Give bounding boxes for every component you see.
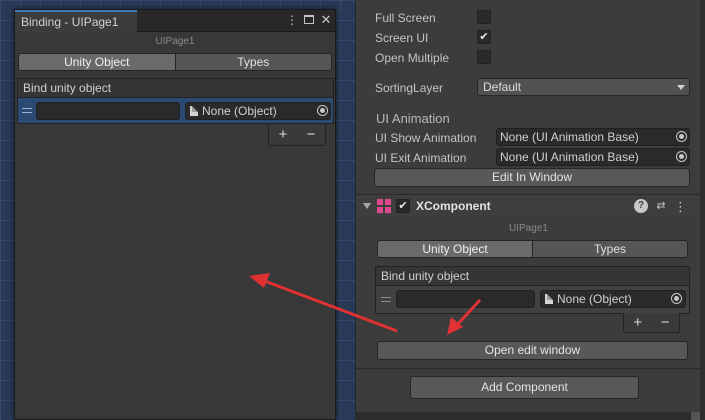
- object-picker-icon[interactable]: [676, 151, 687, 162]
- settings-icon[interactable]: ⇄: [654, 199, 668, 212]
- exit-animation-label: UI Exit Animation: [375, 151, 467, 165]
- component-enabled-checkbox[interactable]: ✔: [396, 199, 410, 213]
- exit-animation-field[interactable]: None (UI Animation Base): [496, 148, 690, 166]
- edit-in-window-button[interactable]: Edit In Window: [374, 168, 690, 187]
- component-list-footer: + −: [623, 313, 680, 333]
- component-tab-bar: Unity Object Types: [377, 240, 688, 258]
- object-picker-icon[interactable]: [671, 293, 682, 304]
- component-icon: [377, 199, 391, 213]
- component-list-header: Bind unity object: [375, 266, 690, 286]
- close-icon[interactable]: ✕: [319, 13, 333, 27]
- component-page-caption: UIPage1: [509, 223, 548, 234]
- sorting-layer-dropdown[interactable]: Default: [477, 78, 690, 96]
- separator: [356, 368, 701, 369]
- exit-animation-value: None (UI Animation Base): [500, 150, 639, 164]
- chevron-down-icon: [677, 85, 685, 90]
- open-multiple-checkbox[interactable]: [477, 50, 491, 64]
- remove-item-button[interactable]: −: [661, 314, 670, 331]
- component-object-field[interactable]: None (Object): [540, 290, 686, 308]
- component-list-item[interactable]: None (Object): [375, 286, 690, 314]
- ui-animation-title: UI Animation: [376, 111, 450, 126]
- page-caption: UIPage1: [155, 36, 195, 47]
- screen-ui-label: Screen UI: [375, 31, 429, 45]
- object-field-value: None (Object): [202, 104, 277, 118]
- drag-handle-icon[interactable]: [381, 297, 391, 302]
- maximize-icon[interactable]: [302, 13, 316, 27]
- foldout-arrow-icon[interactable]: [363, 203, 371, 209]
- show-animation-label: UI Show Animation: [375, 131, 477, 145]
- list-header: Bind unity object: [17, 78, 334, 98]
- more-options-icon[interactable]: ⋮: [285, 13, 299, 27]
- tab-bar: Unity Object Types: [18, 53, 332, 71]
- resize-handle-icon[interactable]: [691, 412, 700, 420]
- open-edit-window-button[interactable]: Open edit window: [377, 341, 688, 360]
- component-name-input[interactable]: [396, 290, 535, 308]
- add-item-button[interactable]: +: [279, 126, 288, 143]
- help-icon[interactable]: ?: [634, 199, 648, 213]
- component-title: XComponent: [416, 199, 491, 213]
- menu-icon[interactable]: ⋮: [674, 199, 687, 215]
- sorting-layer-label: SortingLayer: [375, 81, 444, 95]
- component-header[interactable]: ✔ XComponent ? ⇄ ⋮: [356, 194, 700, 216]
- full-screen-label: Full Screen: [375, 11, 436, 25]
- list-footer: + −: [268, 124, 326, 146]
- full-screen-checkbox[interactable]: [477, 10, 491, 24]
- right-edge-bar: [700, 0, 705, 420]
- inspector-panel: Full Screen Screen UI ✔ Open Multiple So…: [355, 0, 701, 412]
- tab-types[interactable]: Types: [174, 54, 331, 70]
- tab-unity-object[interactable]: Unity Object: [378, 241, 532, 257]
- object-picker-icon[interactable]: [317, 105, 328, 116]
- binding-window: Binding - UIPage1 ⋮ ✕ UIPage1 Unity Obje…: [14, 9, 336, 420]
- object-field[interactable]: None (Object): [185, 102, 331, 120]
- document-icon: [545, 294, 553, 304]
- sorting-layer-value: Default: [483, 80, 522, 94]
- object-picker-icon[interactable]: [676, 131, 687, 142]
- object-field-value: None (Object): [557, 292, 632, 306]
- screen-ui-checkbox[interactable]: ✔: [477, 30, 491, 44]
- name-input[interactable]: [36, 102, 180, 120]
- window-tab[interactable]: Binding - UIPage1: [15, 10, 137, 32]
- list-item[interactable]: None (Object): [17, 98, 334, 124]
- remove-item-button[interactable]: −: [307, 126, 316, 143]
- add-item-button[interactable]: +: [633, 314, 642, 331]
- window-titlebar: Binding - UIPage1 ⋮ ✕: [15, 10, 335, 32]
- show-animation-field[interactable]: None (UI Animation Base): [496, 128, 690, 146]
- tab-unity-object[interactable]: Unity Object: [19, 54, 175, 70]
- bottom-edge-bar: [355, 412, 700, 420]
- drag-handle-icon[interactable]: [22, 108, 32, 113]
- show-animation-value: None (UI Animation Base): [500, 130, 639, 144]
- tab-types[interactable]: Types: [532, 241, 687, 257]
- add-component-button[interactable]: Add Component: [410, 376, 639, 399]
- document-icon: [190, 106, 198, 116]
- open-multiple-label: Open Multiple: [375, 51, 450, 65]
